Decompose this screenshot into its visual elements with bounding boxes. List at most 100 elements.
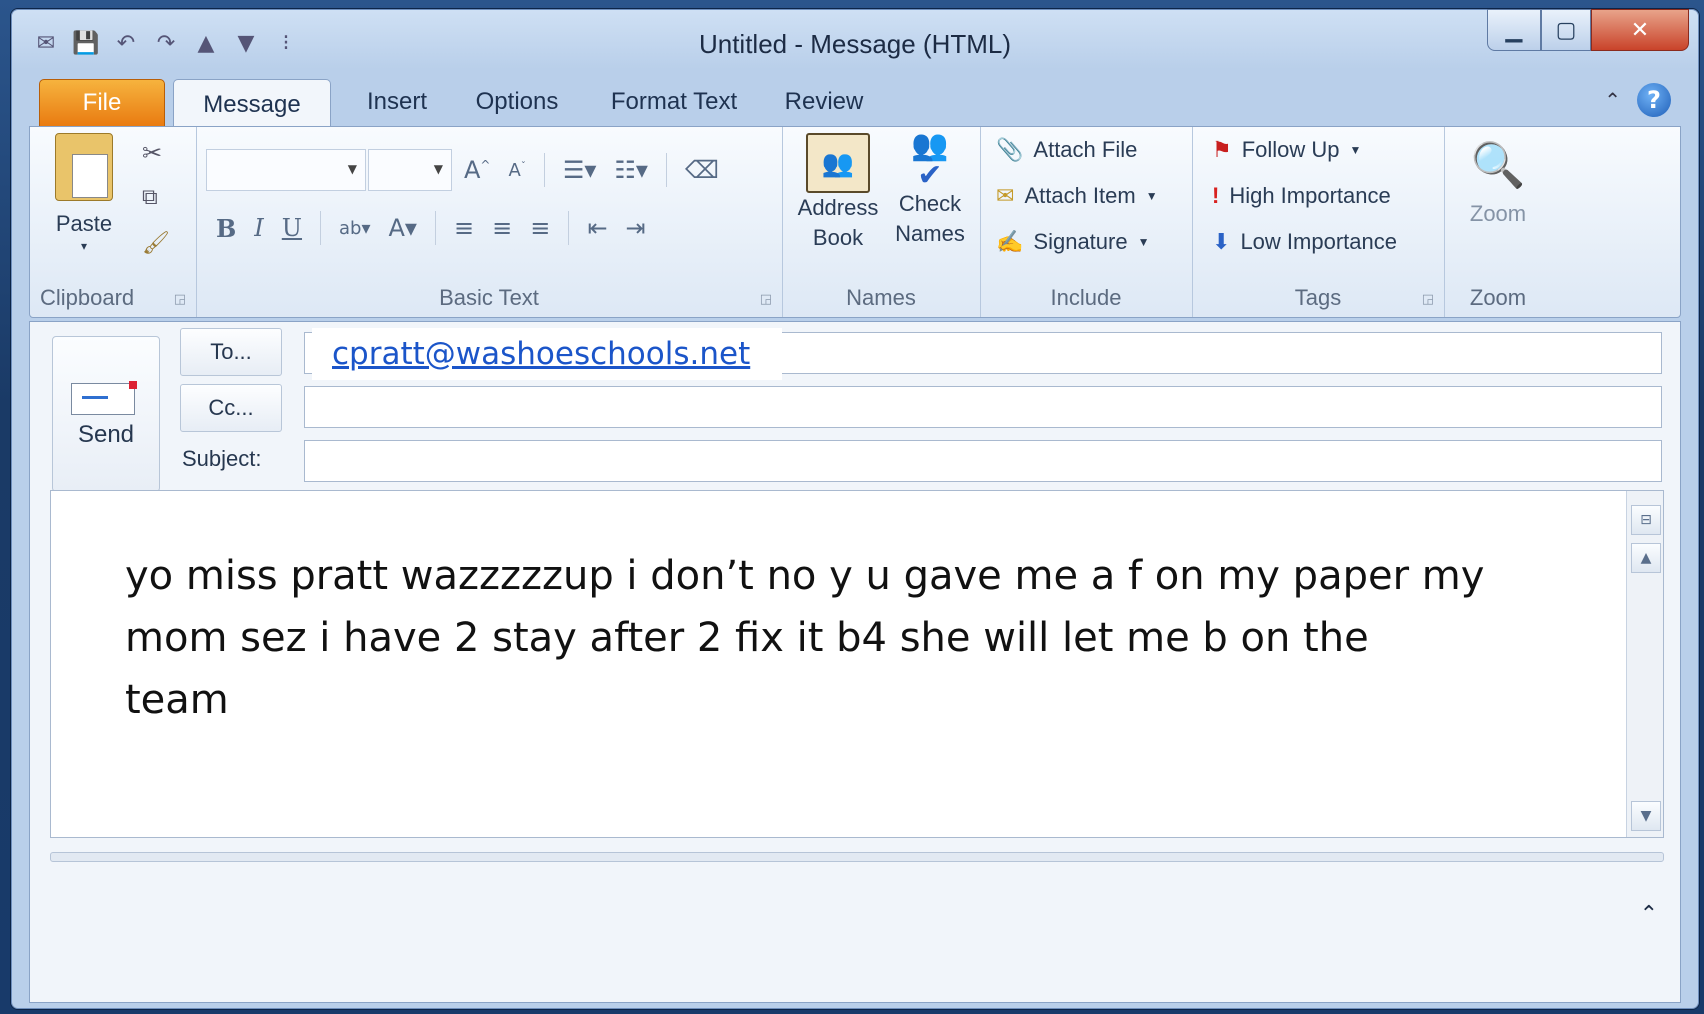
tab-options[interactable]: Options xyxy=(457,79,577,125)
bold-icon[interactable]: B xyxy=(216,214,236,243)
attach-item-icon: ✉ xyxy=(996,183,1015,208)
decrease-indent-icon[interactable]: ⇤ xyxy=(587,214,607,242)
group-tags: ⚑ Follow Up ▼ ! High Importance ⬇ Low Im… xyxy=(1192,127,1445,317)
address-book-icon: 👥 xyxy=(806,133,870,193)
scroll-down-icon[interactable]: ▼ xyxy=(1631,801,1661,831)
ribbon-tabs: File Message Insert Options Format Text … xyxy=(29,73,1681,130)
attach-item-label: Attach Item xyxy=(1024,183,1136,208)
zoom-button[interactable]: 🔍 Zoom xyxy=(1448,133,1548,229)
to-button[interactable]: To... xyxy=(180,328,282,376)
group-include: 📎 Attach File ✉ Attach Item ▼ ✍ Signatur… xyxy=(980,127,1193,317)
send-envelope-icon xyxy=(71,381,137,415)
close-icon[interactable]: ✕ xyxy=(1591,9,1689,51)
tab-review[interactable]: Review xyxy=(769,79,879,125)
subject-field[interactable] xyxy=(304,440,1662,482)
tab-file[interactable]: File xyxy=(39,79,165,127)
signature-label: Signature xyxy=(1033,229,1128,254)
ribbon-controls: ⌃ ? xyxy=(1604,83,1671,117)
high-importance-button[interactable]: ! High Importance xyxy=(1212,183,1391,209)
low-importance-button[interactable]: ⬇ Low Importance xyxy=(1212,229,1397,255)
align-left-icon[interactable]: ≡ xyxy=(454,214,474,242)
send-label: Send xyxy=(77,421,135,448)
separator xyxy=(434,211,436,245)
dropdown-arrow-icon: ▼ xyxy=(1137,235,1150,249)
window-controls: ▁ ▢ ✕ xyxy=(1487,9,1689,51)
check-names-label-2: Names xyxy=(895,221,965,246)
message-body[interactable]: yo miss pratt wazzzzzup i don’t no y u g… xyxy=(50,490,1664,838)
group-basic-text: ▼ ▼ A^ Aˇ ☰▾ ☷▾ ⌫ B I U ab▾ A▾ ≡ ≡ ≡ ⇤ ⇥… xyxy=(196,127,783,317)
body-line: yo miss pratt wazzzzzup i don’t no y u g… xyxy=(125,553,1485,599)
group-clipboard: Paste ▾ ✂ ⧉ 🖌 Clipboard ◲ xyxy=(30,127,197,317)
clipboard-group-label: Clipboard xyxy=(40,285,135,310)
dialog-launcher-icon[interactable]: ◲ xyxy=(760,292,772,307)
format-row: B I U ab▾ A▾ ≡ ≡ ≡ ⇤ ⇥ xyxy=(216,211,646,245)
dropdown-arrow-icon: ▼ xyxy=(1145,189,1158,203)
group-zoom: 🔍 Zoom Zoom xyxy=(1444,127,1552,317)
dialog-launcher-icon[interactable]: ◲ xyxy=(174,292,186,307)
align-right-icon[interactable]: ≡ xyxy=(530,214,550,242)
ribbon-message: Paste ▾ ✂ ⧉ 🖌 Clipboard ◲ ▼ ▼ A^ Aˇ ☰▾ ☷… xyxy=(29,126,1681,318)
group-names: 👥 Address Book 👥✔ Check Names Names xyxy=(782,127,981,317)
help-icon[interactable]: ? xyxy=(1637,83,1671,117)
down-arrow-blue-icon: ⬇ xyxy=(1212,229,1231,254)
separator xyxy=(568,211,570,245)
body-text: yo miss pratt wazzzzzup i don’t no y u g… xyxy=(125,545,1485,731)
paste-button[interactable]: Paste ▾ xyxy=(38,133,130,253)
bullets-icon[interactable]: ☰▾ xyxy=(563,156,597,184)
format-painter-icon[interactable]: 🖌 xyxy=(142,231,170,256)
send-button[interactable]: Send xyxy=(52,336,160,492)
tags-group-label: Tags xyxy=(1294,285,1342,310)
font-color-icon[interactable]: A▾ xyxy=(389,214,417,242)
align-center-icon[interactable]: ≡ xyxy=(492,214,512,242)
cc-field[interactable] xyxy=(304,386,1662,428)
paste-icon xyxy=(55,133,113,201)
italic-icon[interactable]: I xyxy=(254,214,263,242)
follow-up-button[interactable]: ⚑ Follow Up ▼ xyxy=(1212,137,1361,163)
cc-button[interactable]: Cc... xyxy=(180,384,282,432)
minimize-icon[interactable]: ▁ xyxy=(1487,9,1541,51)
tab-message[interactable]: Message xyxy=(173,79,331,130)
expand-people-pane-icon[interactable]: ⌃ xyxy=(1640,902,1658,927)
numbering-icon[interactable]: ☷▾ xyxy=(614,156,648,184)
collapse-ribbon-icon[interactable]: ⌃ xyxy=(1604,88,1621,112)
increase-indent-icon[interactable]: ⇥ xyxy=(625,214,645,242)
maximize-icon[interactable]: ▢ xyxy=(1541,9,1591,51)
signature-button[interactable]: ✍ Signature ▼ xyxy=(996,229,1149,255)
ruler-toggle-icon[interactable]: ⊟ xyxy=(1631,505,1661,535)
people-pane-splitter[interactable] xyxy=(50,852,1664,862)
attach-item-button[interactable]: ✉ Attach Item ▼ xyxy=(996,183,1158,209)
separator xyxy=(665,153,667,187)
window-title: Untitled - Message (HTML) xyxy=(698,29,1012,59)
attach-file-label: Attach File xyxy=(1033,137,1138,162)
title-bar: ✉ 💾 ↶ ↷ ▲ ▼ ⁝ Untitled - Message (HTML) … xyxy=(11,9,1699,77)
paste-label: Paste xyxy=(55,211,113,236)
zoom-group-label: Zoom xyxy=(1469,285,1527,310)
recipient-email-link[interactable]: cpratt@washoeschools.net xyxy=(332,336,750,372)
attach-file-button[interactable]: 📎 Attach File xyxy=(996,137,1137,163)
tab-format-text[interactable]: Format Text xyxy=(599,79,749,125)
zoom-label: Zoom xyxy=(1469,201,1527,226)
magnifier-icon: 🔍 xyxy=(1470,141,1526,190)
check-names-button[interactable]: 👥✔ Check Names xyxy=(884,129,976,249)
font-size-combo[interactable]: ▼ xyxy=(368,149,452,191)
highlight-icon[interactable]: ab▾ xyxy=(339,218,371,239)
to-recipient-chip[interactable]: cpratt@washoeschools.net xyxy=(312,328,782,380)
font-name-combo[interactable]: ▼ xyxy=(206,149,366,191)
grow-font-icon[interactable]: A^ xyxy=(464,156,490,184)
dialog-launcher-icon[interactable]: ◲ xyxy=(1422,292,1434,307)
clear-formatting-icon[interactable]: ⌫ xyxy=(685,156,719,184)
body-scrollbar[interactable]: ⊟ ▲ ▼ xyxy=(1626,491,1663,837)
underline-icon[interactable]: U xyxy=(282,214,302,242)
scroll-up-icon[interactable]: ▲ xyxy=(1631,543,1661,573)
address-book-button[interactable]: 👥 Address Book xyxy=(792,133,884,253)
scissors-icon[interactable]: ✂ xyxy=(142,139,162,167)
copy-icon[interactable]: ⧉ xyxy=(142,185,158,210)
body-line: mom sez i have 2 stay after 2 fix it b4 … xyxy=(125,615,1369,723)
follow-up-label: Follow Up xyxy=(1241,137,1340,162)
shrink-font-icon[interactable]: Aˇ xyxy=(508,160,525,181)
dropdown-arrow-icon: ▼ xyxy=(1349,143,1362,157)
check-names-label-1: Check xyxy=(898,191,962,216)
tab-insert[interactable]: Insert xyxy=(347,79,447,125)
basic-text-group-label: Basic Text xyxy=(439,285,539,310)
check-names-icon: 👥✔ xyxy=(911,129,949,192)
